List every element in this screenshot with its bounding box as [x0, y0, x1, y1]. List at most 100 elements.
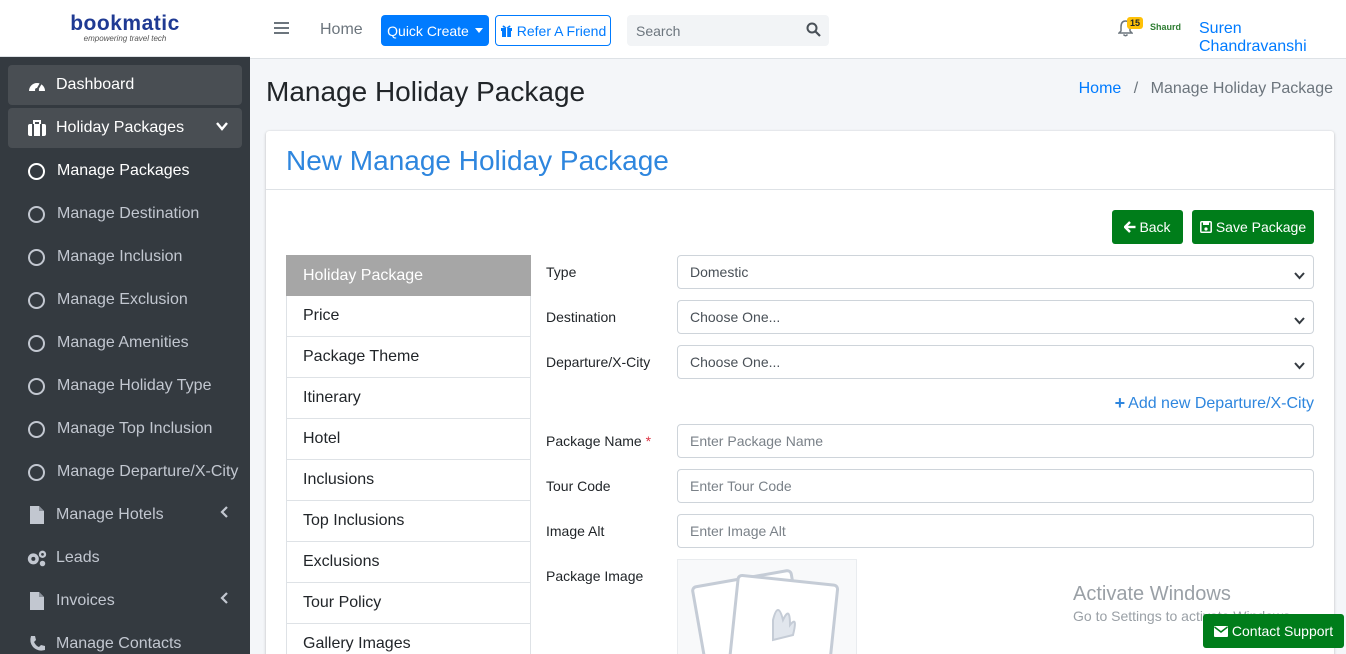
breadcrumb-current: Manage Holiday Package	[1150, 80, 1333, 97]
type-select[interactable]: Domestic	[677, 255, 1314, 289]
arrow-left-icon	[1124, 221, 1136, 233]
circle-icon	[28, 463, 45, 481]
destination-select[interactable]: Choose One...	[677, 300, 1314, 334]
breadcrumb-home-link[interactable]: Home	[1079, 80, 1122, 97]
quick-create-button[interactable]: Quick Create	[381, 15, 489, 46]
chevron-left-icon	[220, 505, 228, 523]
type-label: Type	[546, 264, 577, 280]
required-asterisk: *	[645, 433, 652, 449]
page-title: Manage Holiday Package	[266, 76, 586, 107]
sidebar-item-manage-inclusion[interactable]: Manage Inclusion	[8, 237, 242, 277]
brand-name: bookmatic	[70, 12, 180, 35]
back-button[interactable]: Back	[1112, 210, 1183, 244]
brand-header[interactable]: bookmatic empowering travel tech	[0, 0, 250, 57]
sidebar-item-dashboard[interactable]: Dashboard	[8, 65, 242, 105]
circle-icon	[28, 334, 45, 352]
sidebar-item-manage-destination[interactable]: Manage Destination	[8, 194, 242, 234]
sidebar-item-manage-packages[interactable]: Manage Packages	[8, 151, 242, 191]
refer-friend-label: Refer A Friend	[516, 22, 607, 39]
suitcase-icon	[26, 118, 48, 138]
breadcrumb: Home / Manage Holiday Package	[1079, 80, 1333, 98]
package-name-input[interactable]	[690, 433, 1313, 449]
sidebar-item-label: Manage Destination	[57, 205, 200, 222]
image-alt-label: Image Alt	[546, 523, 605, 539]
sidebar-item-manage-top-inclusion[interactable]: Manage Top Inclusion	[8, 409, 242, 449]
tab-package-theme[interactable]: Package Theme	[286, 337, 531, 378]
tab-exclusions[interactable]: Exclusions	[286, 542, 531, 583]
sidebar-item-label: Manage Holiday Type	[57, 377, 212, 394]
notification-badge: 15	[1127, 17, 1144, 29]
watermark-title: Activate Windows	[1073, 583, 1231, 605]
chevron-down-icon	[1294, 357, 1305, 373]
sidebar-item-label: Manage Inclusion	[57, 248, 183, 265]
save-package-button[interactable]: Save Package	[1192, 210, 1314, 244]
file-icon	[26, 505, 48, 525]
search-input[interactable]	[627, 15, 792, 46]
package-section-tabs: Holiday Package Price Package Theme Itin…	[286, 255, 531, 654]
caret-down-icon	[474, 28, 483, 33]
image-placeholder-icon	[691, 569, 840, 654]
floppy-disk-icon	[1199, 221, 1212, 233]
envelope-icon	[1213, 625, 1228, 637]
contact-support-label: Contact Support	[1231, 623, 1334, 639]
sidebar-item-manage-hotels[interactable]: Manage Hotels	[8, 495, 242, 535]
circle-icon	[28, 420, 45, 438]
add-departure-link[interactable]: + Add new Departure/X-City	[1115, 393, 1314, 414]
contact-support-button[interactable]: Contact Support	[1203, 614, 1344, 648]
tab-tour-policy[interactable]: Tour Policy	[286, 583, 531, 624]
card-title: New Manage Holiday Package	[286, 145, 669, 176]
tab-gallery-images[interactable]: Gallery Images	[286, 624, 531, 654]
departure-row: Departure/X-City Choose One...	[546, 345, 1314, 379]
type-row: Type Domestic	[546, 255, 1314, 289]
sidebar-item-manage-departure[interactable]: Manage Departure/X-City	[8, 452, 242, 492]
sidebar-item-label: Manage Contacts	[56, 635, 182, 652]
sidebar-item-label: Manage Departure/X-City	[57, 463, 239, 480]
sidebar-item-label: Manage Packages	[57, 162, 190, 179]
hamburger-menu-icon[interactable]	[274, 22, 289, 37]
package-name-row: Package Name *	[546, 424, 1314, 458]
search-bar	[627, 15, 829, 46]
gears-icon	[26, 548, 48, 568]
departure-select[interactable]: Choose One...	[677, 345, 1314, 379]
top-navbar: Home Quick Create Refer A Friend 15 Shau…	[250, 0, 1346, 59]
brand-logo[interactable]: bookmatic empowering travel tech	[70, 13, 180, 43]
tab-top-inclusions[interactable]: Top Inclusions	[286, 501, 531, 542]
save-package-label: Save Package	[1215, 219, 1307, 235]
circle-icon	[28, 248, 45, 266]
tour-code-row: Tour Code	[546, 469, 1314, 503]
tab-price[interactable]: Price	[286, 296, 531, 337]
circle-icon	[28, 205, 45, 223]
sidebar-nav: Dashboard Holiday Packages Manage Packag…	[0, 57, 250, 654]
destination-row: Destination Choose One...	[546, 300, 1314, 334]
tab-itinerary[interactable]: Itinerary	[286, 378, 531, 419]
add-departure-label: Add new Departure/X-City	[1128, 394, 1314, 412]
sidebar-item-holiday-packages[interactable]: Holiday Packages	[8, 108, 242, 148]
destination-selected-value: Choose One...	[690, 309, 781, 325]
search-icon[interactable]	[806, 22, 821, 42]
package-name-field	[677, 424, 1314, 458]
tab-inclusions[interactable]: Inclusions	[286, 460, 531, 501]
dashboard-gauge-icon	[26, 75, 48, 95]
sidebar-item-label: Manage Hotels	[56, 506, 164, 523]
image-alt-field	[677, 514, 1314, 548]
sidebar: bookmatic empowering travel tech Dashboa…	[0, 0, 250, 654]
image-alt-input[interactable]	[690, 523, 1313, 539]
user-name-link[interactable]: Suren Chandravanshi	[1199, 20, 1346, 56]
sidebar-item-invoices[interactable]: Invoices	[8, 581, 242, 621]
tab-holiday-package[interactable]: Holiday Package	[286, 255, 531, 296]
tour-code-input[interactable]	[690, 478, 1313, 494]
tab-hotel[interactable]: Hotel	[286, 419, 531, 460]
package-image-row: Package Image	[546, 568, 677, 584]
sidebar-item-manage-exclusion[interactable]: Manage Exclusion	[8, 280, 242, 320]
sidebar-item-manage-holiday-type[interactable]: Manage Holiday Type	[8, 366, 242, 406]
package-image-placeholder[interactable]	[677, 559, 857, 654]
refer-friend-button[interactable]: Refer A Friend	[495, 15, 611, 46]
chevron-left-icon	[220, 591, 228, 609]
image-alt-row: Image Alt	[546, 514, 1314, 548]
sidebar-item-label: Invoices	[56, 592, 115, 609]
top-home-link[interactable]: Home	[320, 21, 363, 39]
sidebar-item-label: Holiday Packages	[56, 119, 185, 136]
sidebar-item-manage-contacts[interactable]: Manage Contacts	[8, 624, 242, 654]
sidebar-item-leads[interactable]: Leads	[8, 538, 242, 578]
sidebar-item-manage-amenities[interactable]: Manage Amenities	[8, 323, 242, 363]
